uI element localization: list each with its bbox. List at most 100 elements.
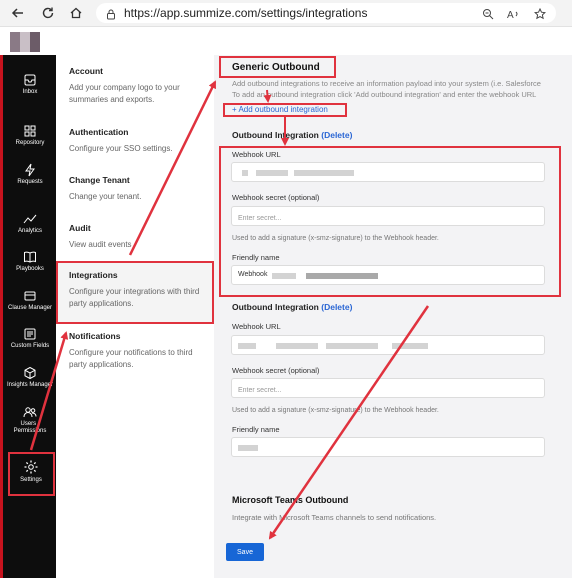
sidebar-item-users-permissions[interactable]: Users / Permissions: [4, 405, 56, 445]
secret-hint: Used to add a signature (x-smz-signature…: [232, 407, 439, 414]
app-top-strip: [0, 27, 572, 55]
friendly-name-value: Webhook: [238, 271, 268, 278]
nav-title: Authentication: [69, 127, 129, 137]
clause-icon: [24, 291, 36, 301]
sidebar-item-label: Repository: [15, 140, 45, 146]
settings-nav-audit[interactable]: Audit View audit events: [69, 223, 209, 251]
sidebar-item-requests[interactable]: Requests: [4, 163, 56, 203]
nav-desc: Configure your notifications to third pa…: [69, 348, 193, 369]
svg-text:A: A: [507, 10, 514, 20]
webhook-url-label: Webhook URL: [232, 322, 281, 331]
book-icon: [24, 251, 36, 263]
zoom-icon[interactable]: [480, 6, 496, 22]
sidebar-item-playbooks[interactable]: Playbooks: [4, 250, 56, 290]
lock-icon: [106, 7, 116, 25]
sidebar-item-insights-manager[interactable]: Insights Manager: [4, 366, 56, 406]
redacted-text: [256, 170, 288, 176]
cube-icon: [24, 366, 36, 380]
line-chart-icon: [23, 214, 37, 224]
sidebar-item-label: Settings: [20, 477, 42, 483]
outbound-integration-2-title: Outbound Integration (Delete): [232, 302, 352, 312]
favorite-star-icon[interactable]: [532, 6, 548, 22]
read-aloud-icon[interactable]: A: [506, 6, 522, 22]
home-icon[interactable]: [66, 3, 86, 23]
redacted-text: [242, 170, 248, 176]
url-text: https://app.summize.com/settings/integra…: [124, 6, 368, 20]
webhook-secret-label: Webhook secret (optional): [232, 366, 320, 375]
grid-icon: [24, 125, 36, 137]
sidebar-item-label: Custom Fields: [10, 343, 50, 349]
refresh-icon[interactable]: [38, 3, 58, 23]
intro-line-1: Add outbound integrations to receive an …: [232, 79, 541, 88]
redacted-text: [326, 343, 378, 349]
add-outbound-integration-link[interactable]: + Add outbound integration: [232, 105, 328, 114]
webhook-secret-field-2[interactable]: [231, 378, 545, 400]
redacted-text: [238, 445, 258, 451]
save-button[interactable]: Save: [226, 543, 264, 561]
friendly-name-field-2[interactable]: [231, 437, 545, 457]
custom-fields-icon: [24, 328, 36, 340]
redacted-text: [272, 273, 296, 279]
sidebar-item-label: Clause Manager: [7, 305, 53, 311]
secret-hint: Used to add a signature (x-smz-signature…: [232, 235, 439, 242]
webhook-secret-input-1[interactable]: [232, 209, 544, 228]
nav-desc: Change your tenant.: [69, 192, 142, 201]
outbound-integration-1-title: Outbound Integration (Delete): [232, 130, 352, 140]
friendly-name-label: Friendly name: [232, 253, 280, 262]
sidebar-item-clause-manager[interactable]: Clause Manager: [4, 289, 56, 329]
nav-title: Change Tenant: [69, 175, 130, 185]
webhook-secret-label: Webhook secret (optional): [232, 193, 320, 202]
settings-nav-notifications[interactable]: Notifications Configure your notificatio…: [69, 331, 209, 371]
redacted-text: [306, 273, 378, 279]
friendly-name-field-1[interactable]: Webhook: [231, 265, 545, 285]
redacted-text: [294, 170, 354, 176]
teams-outbound-title: Microsoft Teams Outbound: [232, 495, 349, 505]
sidebar-item-settings[interactable]: Settings: [8, 459, 54, 499]
gear-icon: [24, 460, 38, 474]
inbox-icon: [24, 74, 36, 86]
sidebar-item-custom-fields[interactable]: Custom Fields: [4, 327, 56, 367]
webhook-secret-field-1[interactable]: [231, 206, 545, 228]
browser-toolbar: https://app.summize.com/settings/integra…: [0, 0, 572, 27]
nav-desc: Add your company logo to your summaries …: [69, 83, 180, 104]
settings-nav-integrations[interactable]: Integrations Configure your integrations…: [69, 270, 209, 310]
back-arrow-icon[interactable]: [8, 3, 28, 23]
friendly-name-label: Friendly name: [232, 425, 280, 434]
sidebar-item-label: Inbox: [22, 89, 38, 95]
section-title: Outbound Integration: [232, 302, 319, 312]
sidebar-item-inbox[interactable]: Inbox: [4, 73, 56, 113]
intro-line-2: To add an outbound integration click 'Ad…: [232, 90, 537, 99]
sidebar-item-label: Users / Permissions: [13, 421, 47, 434]
redacted-text: [276, 343, 318, 349]
nav-desc: Configure your SSO settings.: [69, 144, 173, 153]
sidebar-item-repository[interactable]: Repository: [4, 124, 56, 164]
teams-outbound-desc: Integrate with Microsoft Teams channels …: [232, 513, 437, 522]
settings-nav-authentication[interactable]: Authentication Configure your SSO settin…: [69, 127, 209, 155]
webhook-secret-input-2[interactable]: [232, 381, 544, 400]
webhook-url-label: Webhook URL: [232, 150, 281, 159]
webhook-url-field-1[interactable]: [231, 162, 545, 182]
sidebar-accent-strip: [0, 55, 3, 578]
sidebar-item-label: Analytics: [17, 228, 42, 234]
nav-title: Account: [69, 66, 103, 76]
settings-nav-change-tenant[interactable]: Change Tenant Change your tenant.: [69, 175, 209, 203]
lightning-icon: [25, 163, 35, 177]
nav-desc: Configure your integrations with third p…: [69, 287, 200, 308]
generic-outbound-title: Generic Outbound: [232, 62, 320, 73]
redacted-text: [392, 343, 428, 349]
sidebar-item-label: Insights Manager: [6, 382, 54, 388]
webhook-url-field-2[interactable]: [231, 335, 545, 355]
redacted-text: [238, 343, 256, 349]
section-title: Outbound Integration: [232, 130, 319, 140]
nav-title: Notifications: [69, 331, 121, 341]
nav-desc: View audit events: [69, 240, 132, 249]
company-logo: [10, 32, 40, 52]
sidebar-item-label: Requests: [17, 179, 43, 185]
settings-nav-account[interactable]: Account Add your company logo to your su…: [69, 66, 209, 106]
nav-title: Integrations: [69, 270, 118, 280]
delete-integration-2-link[interactable]: (Delete): [321, 302, 352, 312]
address-bar[interactable]: https://app.summize.com/settings/integra…: [96, 3, 556, 23]
delete-integration-1-link[interactable]: (Delete): [321, 130, 352, 140]
sidebar-item-analytics[interactable]: Analytics: [4, 212, 56, 252]
sidebar-item-label: Playbooks: [16, 266, 44, 272]
